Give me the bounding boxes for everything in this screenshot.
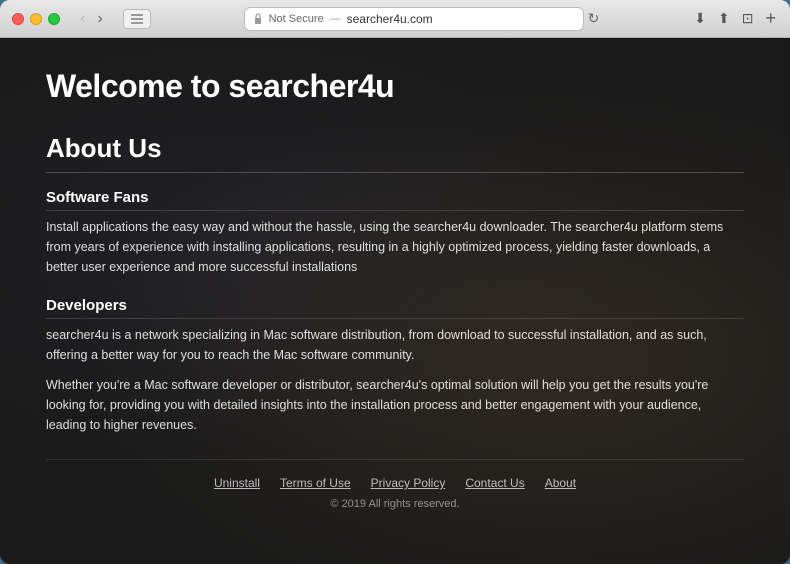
tab-area bbox=[123, 9, 151, 29]
page-content: Welcome to searcher4u About Us Software … bbox=[0, 38, 790, 564]
developers-text-2: Whether you're a Mac software developer … bbox=[46, 375, 744, 435]
footer-uninstall-link[interactable]: Uninstall bbox=[214, 476, 260, 490]
back-button[interactable]: ‹ bbox=[76, 9, 89, 29]
title-bar: ‹ › Not Secure — searcher4u.com bbox=[0, 0, 790, 38]
developers-text-1: searcher4u is a network specializing in … bbox=[46, 325, 744, 365]
footer-links: Uninstall Terms of Use Privacy Policy Co… bbox=[46, 476, 744, 490]
add-tab-button[interactable]: + bbox=[763, 6, 778, 31]
address-bar[interactable]: Not Secure — searcher4u.com bbox=[244, 7, 584, 31]
nav-buttons: ‹ › bbox=[76, 9, 107, 29]
share-button[interactable]: ⬆ bbox=[716, 8, 732, 29]
forward-button[interactable]: › bbox=[93, 9, 106, 29]
page-inner: Welcome to searcher4u About Us Software … bbox=[0, 38, 790, 530]
address-bar-container: Not Secure — searcher4u.com ↻ bbox=[167, 7, 677, 31]
footer-about-link[interactable]: About bbox=[545, 476, 576, 490]
address-separator: — bbox=[330, 13, 341, 25]
footer-contact-link[interactable]: Contact Us bbox=[465, 476, 524, 490]
about-us-title: About Us bbox=[46, 133, 744, 173]
browser-window: ‹ › Not Secure — searcher4u.com bbox=[0, 0, 790, 564]
footer-terms-link[interactable]: Terms of Use bbox=[280, 476, 351, 490]
software-fans-text: Install applications the easy way and wi… bbox=[46, 217, 744, 277]
software-fans-title: Software Fans bbox=[46, 189, 744, 211]
footer-copyright: © 2019 All rights reserved. bbox=[46, 498, 744, 510]
new-tab-button[interactable]: ⊡ bbox=[740, 8, 756, 29]
maximize-button[interactable] bbox=[48, 13, 60, 25]
footer-privacy-link[interactable]: Privacy Policy bbox=[371, 476, 446, 490]
security-label: Not Secure bbox=[269, 13, 324, 25]
domain-text: searcher4u.com bbox=[347, 12, 433, 26]
developers-section: Developers searcher4u is a network speci… bbox=[46, 297, 744, 435]
minimize-button[interactable] bbox=[30, 13, 42, 25]
software-fans-section: Software Fans Install applications the e… bbox=[46, 189, 744, 277]
site-title: Welcome to searcher4u bbox=[46, 68, 744, 105]
footer: Uninstall Terms of Use Privacy Policy Co… bbox=[46, 459, 744, 510]
developers-title: Developers bbox=[46, 297, 744, 319]
tab-icon bbox=[123, 9, 151, 29]
traffic-lights bbox=[12, 13, 60, 25]
lock-icon bbox=[253, 13, 263, 25]
close-button[interactable] bbox=[12, 13, 24, 25]
toolbar-right: ⬇ ⬆ ⊡ + bbox=[692, 6, 778, 31]
download-button[interactable]: ⬇ bbox=[692, 8, 708, 29]
reload-button[interactable]: ↻ bbox=[588, 10, 600, 27]
